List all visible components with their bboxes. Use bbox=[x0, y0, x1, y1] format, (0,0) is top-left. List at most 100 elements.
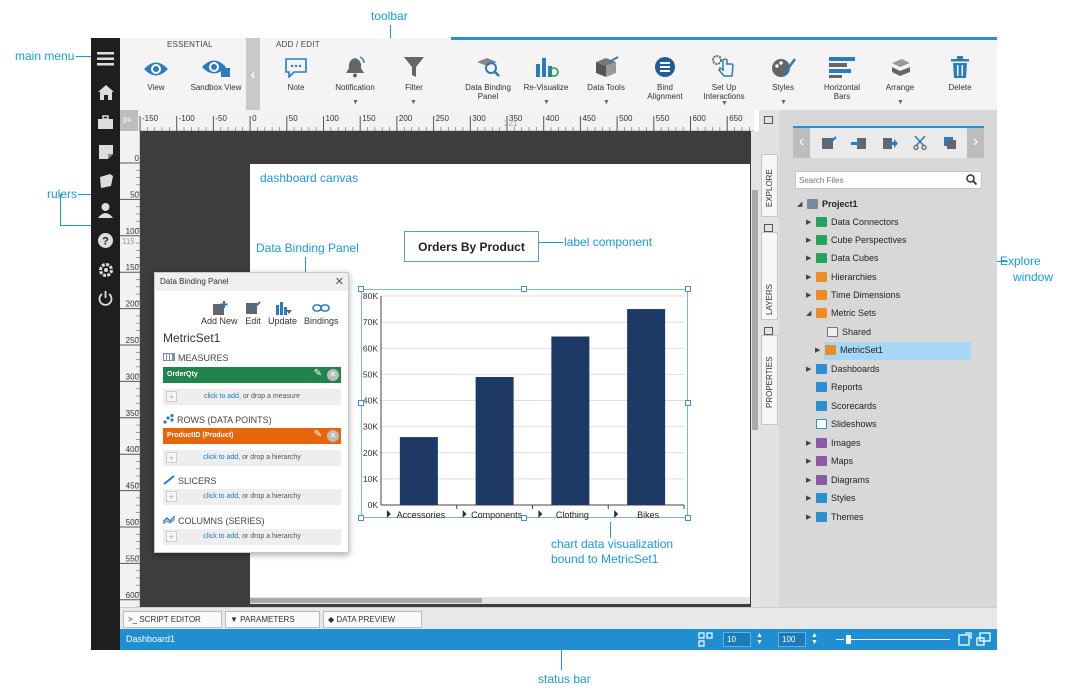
measure-orderqty-field[interactable]: OrderQty ✎ ✕ bbox=[163, 367, 341, 383]
edit-pencil-icon[interactable]: ✎ bbox=[314, 429, 322, 440]
pin-icon[interactable] bbox=[764, 224, 773, 232]
tree-item-data-connectors[interactable]: ▶ Data Connectors bbox=[806, 217, 899, 227]
bar-chart[interactable]: 0K 10K 20K 30K 40K 50K 60K 70K 80K Accessories Com… bbox=[361, 289, 691, 524]
tree-item-images[interactable]: ▶ Images bbox=[806, 438, 861, 448]
bindings-button[interactable]: Bindings bbox=[304, 301, 339, 326]
tree-item-time-dimensions[interactable]: ▶ Time Dimensions bbox=[806, 290, 900, 300]
hamburger-menu-icon[interactable] bbox=[96, 49, 115, 68]
setup-interactions-dropdown-icon[interactable]: ▼ bbox=[721, 100, 728, 107]
add-column-link[interactable]: click to add, bbox=[203, 533, 240, 540]
pin-icon[interactable] bbox=[764, 327, 773, 335]
add-slicer-link[interactable]: click to add, bbox=[203, 493, 240, 500]
add-column-dropzone[interactable]: + click to add, or drop a hierarchy bbox=[163, 529, 341, 545]
fit-to-window-icon[interactable] bbox=[958, 632, 972, 648]
tree-item-maps[interactable]: ▶ Maps bbox=[806, 456, 853, 466]
expand-arrow-icon[interactable]: ▶ bbox=[806, 236, 816, 244]
expand-arrow-icon[interactable]: ▶ bbox=[806, 365, 816, 373]
zoom-spinner-icon[interactable]: ▲ ▼ bbox=[811, 632, 818, 646]
search-files-field[interactable] bbox=[799, 174, 959, 186]
tree-item-reports[interactable]: Reports bbox=[816, 382, 863, 392]
explore-export-icon[interactable] bbox=[882, 136, 898, 152]
orders-by-product-label[interactable]: Orders By Product bbox=[404, 231, 539, 262]
add-measure-link[interactable]: click to add, bbox=[204, 393, 241, 400]
search-files-input[interactable] bbox=[795, 171, 982, 189]
explore-edit-icon[interactable] bbox=[821, 136, 837, 152]
arrange-dropdown-icon[interactable]: ▼ bbox=[897, 99, 904, 106]
add-row-link[interactable]: click to add, bbox=[203, 454, 240, 461]
tree-item-project1[interactable]: ◢ Project1 bbox=[797, 199, 858, 209]
present-icon[interactable] bbox=[976, 632, 991, 648]
zoom-slider[interactable] bbox=[846, 639, 950, 640]
row-productid-field[interactable]: ProductID (Product) ✎ ✕ bbox=[163, 428, 341, 444]
vertical-ruler[interactable]: 0 50 100 150 200 250 300 350 400 450 500 550 600 115 bbox=[120, 131, 140, 607]
resize-handle-left[interactable] bbox=[358, 400, 364, 406]
toolbar-collapse-chevron-icon[interactable]: ‹ bbox=[246, 38, 260, 110]
tab-script-editor[interactable]: >_ SCRIPT EDITOR bbox=[123, 611, 222, 628]
filter-button[interactable]: Filter bbox=[379, 50, 449, 92]
tree-item-styles[interactable]: ▶ Styles bbox=[806, 493, 856, 503]
horizontal-ruler[interactable]: px -150 -100 -50 0 50 100 150 200 250 300 350 400 45… bbox=[120, 110, 754, 131]
filter-dropdown-icon[interactable]: ▼ bbox=[410, 99, 417, 106]
expand-arrow-icon[interactable]: ▶ bbox=[806, 273, 816, 281]
note-icon[interactable] bbox=[96, 142, 115, 161]
sandbox-view-button[interactable]: Sandbox View bbox=[181, 50, 251, 92]
expand-arrow-icon[interactable]: ▶ bbox=[806, 513, 816, 521]
pin-icon[interactable] bbox=[764, 116, 773, 124]
panel-close-icon[interactable]: ✕ bbox=[335, 275, 344, 288]
horizontal-scrollbar-thumb[interactable] bbox=[250, 598, 482, 603]
cube-icon[interactable] bbox=[96, 171, 115, 190]
edit-button[interactable]: Edit bbox=[245, 301, 261, 326]
help-icon[interactable]: ? bbox=[96, 231, 115, 250]
tab-properties[interactable]: PROPERTIES bbox=[761, 335, 778, 425]
expand-arrow-icon[interactable]: ▶ bbox=[815, 346, 825, 354]
home-icon[interactable] bbox=[96, 83, 115, 102]
zoom-slider-thumb[interactable] bbox=[846, 635, 851, 644]
tree-item-dashboards[interactable]: ▶ Dashboards bbox=[806, 364, 880, 374]
expand-arrow-icon[interactable]: ▶ bbox=[806, 291, 816, 299]
add-measure-dropzone[interactable]: + click to add, or drop a measure bbox=[163, 389, 341, 405]
grid-snap-icon[interactable] bbox=[698, 632, 714, 649]
tree-item-slideshows[interactable]: Slideshows bbox=[816, 419, 877, 429]
explore-scroll-left-icon[interactable]: ‹ bbox=[793, 128, 810, 158]
tab-explore[interactable]: EXPLORE bbox=[761, 154, 778, 217]
resize-handle-top-right[interactable] bbox=[685, 286, 691, 292]
tree-item-cube-perspectives[interactable]: ▶ Cube Perspectives bbox=[806, 235, 907, 245]
grid-size-input[interactable]: 10 bbox=[723, 632, 751, 647]
resize-handle-top[interactable] bbox=[521, 286, 527, 292]
user-icon[interactable] bbox=[96, 201, 115, 220]
explore-cut-icon[interactable] bbox=[913, 135, 927, 152]
explore-import-icon[interactable] bbox=[851, 136, 867, 152]
tab-data-preview[interactable]: ◆ DATA PREVIEW bbox=[323, 611, 422, 628]
explore-scroll-right-icon[interactable]: › bbox=[967, 128, 984, 158]
explore-copy-icon[interactable] bbox=[943, 136, 957, 152]
tree-item-shared[interactable]: Shared bbox=[827, 327, 871, 337]
grid-size-spinner-icon[interactable]: ▲ ▼ bbox=[756, 632, 763, 646]
resize-handle-bottom[interactable] bbox=[521, 515, 527, 521]
expand-arrow-icon[interactable]: ▶ bbox=[806, 218, 816, 226]
delete-button[interactable]: Delete bbox=[925, 50, 995, 92]
expand-arrow-icon[interactable]: ▶ bbox=[806, 494, 816, 502]
briefcase-icon[interactable] bbox=[96, 112, 115, 131]
collapse-arrow-icon[interactable]: ◢ bbox=[806, 309, 816, 317]
expand-arrow-icon[interactable]: ▶ bbox=[806, 457, 816, 465]
power-icon[interactable] bbox=[96, 289, 115, 308]
expand-arrow-icon[interactable]: ▶ bbox=[806, 254, 816, 262]
tree-item-metricset1[interactable]: ▶ MetricSet1 bbox=[815, 345, 883, 355]
add-slicer-dropzone[interactable]: + click to add, or drop a hierarchy bbox=[163, 489, 341, 505]
notification-dropdown-icon[interactable]: ▼ bbox=[352, 99, 359, 106]
tab-layers[interactable]: LAYERS bbox=[761, 232, 778, 320]
tree-item-data-cubes[interactable]: ▶ Data Cubes bbox=[806, 253, 879, 263]
tree-item-metric-sets[interactable]: ◢ Metric Sets bbox=[806, 308, 876, 318]
tree-item-hierarchies[interactable]: ▶ Hierarchies bbox=[806, 272, 877, 282]
add-row-dropzone[interactable]: + click to add, or drop a hierarchy bbox=[163, 450, 341, 466]
resize-handle-right[interactable] bbox=[685, 400, 691, 406]
tab-parameters[interactable]: ▼ PARAMETERS bbox=[225, 611, 320, 628]
tree-item-themes[interactable]: ▶ Themes bbox=[806, 512, 864, 522]
data-tools-dropdown-icon[interactable]: ▼ bbox=[603, 99, 610, 106]
expand-arrow-icon[interactable]: ▶ bbox=[806, 439, 816, 447]
tree-item-scorecards[interactable]: Scorecards bbox=[816, 401, 877, 411]
remove-measure-icon[interactable]: ✕ bbox=[327, 369, 339, 381]
search-icon[interactable] bbox=[966, 174, 978, 187]
edit-pencil-icon[interactable]: ✎ bbox=[314, 368, 322, 379]
tree-item-diagrams[interactable]: ▶ Diagrams bbox=[806, 475, 870, 485]
